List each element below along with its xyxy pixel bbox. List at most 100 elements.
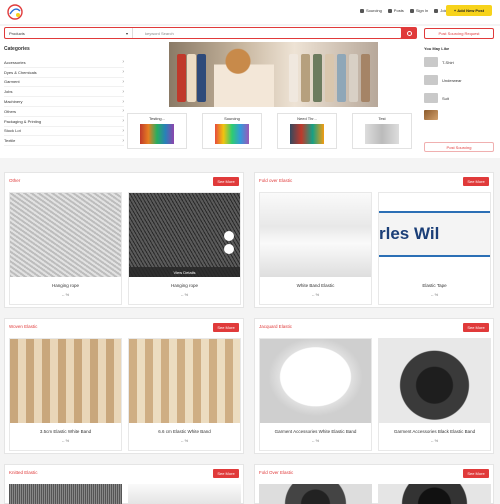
product-card[interactable]: 6.6 cm Elastic White Band -- % [128, 338, 241, 451]
post-sourcing-request-button[interactable]: Post Sourcing Request [424, 28, 494, 39]
category-list: Accessories › Dyes & Chemicals › Garment › … [4, 58, 124, 147]
promo-tile[interactable]: Sourcing [202, 113, 262, 149]
product-image[interactable] [259, 484, 372, 504]
category-item[interactable]: Packaging & Printing › [4, 117, 124, 127]
section-knitted-elastic: Knitted Elastic See More [4, 464, 244, 504]
folder-icon [424, 75, 438, 85]
posts-icon [387, 8, 392, 13]
product-card[interactable]: 3.5cm Elastic White Band -- % [9, 338, 122, 451]
nav-sourcing[interactable]: Sourcing [360, 8, 382, 13]
section-woven-elastic: Woven Elastic See More 3.5cm Elastic Whi… [4, 318, 244, 454]
see-more-button[interactable]: See More [463, 323, 489, 332]
product-image [260, 193, 371, 277]
chevron-right-icon: › [122, 88, 124, 95]
see-more-button[interactable]: See More [213, 177, 239, 186]
folder-icon [424, 57, 438, 67]
section-title: Other [9, 178, 21, 183]
category-item[interactable]: Machinery › [4, 97, 124, 107]
chevron-right-icon: › [122, 69, 124, 76]
thumbnail-image [424, 110, 438, 120]
may-like-item[interactable]: Underwear [424, 73, 494, 87]
section-jacquard-elastic: Jacquard Elastic See More Garment Access… [254, 318, 494, 454]
product-card[interactable]: Hanging rope -- % [9, 192, 122, 305]
see-more-button[interactable]: See More [463, 177, 489, 186]
search-icon [406, 30, 412, 36]
section-other: Other See More Hanging rope -- % View De… [4, 172, 244, 308]
model-figure [214, 46, 274, 107]
heart-icon[interactable] [224, 231, 234, 241]
top-header: Sourcing Posts Sign In Join Free + Add N… [0, 0, 500, 24]
product-image [10, 339, 121, 423]
chevron-right-icon: › [122, 118, 124, 125]
section-title: Fold Over Elastic [259, 470, 294, 475]
category-item[interactable]: Stock Lot › [4, 127, 124, 137]
chevron-right-icon: › [122, 78, 124, 85]
product-card[interactable]: White Band Elastic -- % [259, 192, 372, 305]
section-fold-over-elastic: Fold over Elastic See More White Band El… [254, 172, 494, 308]
product-card[interactable]: Garment Accessories Black Elastic Band -… [378, 338, 491, 451]
category-item[interactable]: Dyes & Chemicals › [4, 68, 124, 78]
join-icon [434, 8, 439, 13]
category-item[interactable]: Jobs › [4, 87, 124, 98]
hero-banner[interactable] [169, 42, 378, 107]
you-may-like-title: You May Like [424, 46, 450, 51]
product-card[interactable]: View Details Hanging rope -- % [128, 192, 241, 305]
sourcing-icon [360, 8, 364, 13]
section-fold-over-elastic-2: Fold Over Elastic See More [254, 464, 494, 504]
may-like-item[interactable] [424, 108, 494, 122]
product-image[interactable] [128, 484, 241, 504]
chevron-down-icon: ▾ [125, 31, 128, 36]
tile-image [365, 124, 399, 144]
categories-title: Categories [4, 46, 30, 52]
nav-posts[interactable]: Posts [387, 8, 404, 13]
post-sourcing-button[interactable]: Post Sourcing [424, 142, 494, 152]
tile-image [140, 124, 174, 144]
category-item[interactable]: Others › [4, 107, 124, 117]
search-row: Products ▾ keyword Search Post Sourcing R… [0, 26, 500, 42]
share-icon[interactable] [224, 244, 234, 254]
see-more-button[interactable]: See More [213, 323, 239, 332]
may-like-item[interactable]: T-Shirt [424, 55, 494, 69]
product-image [129, 339, 240, 423]
view-details-button[interactable]: View Details [129, 267, 240, 277]
search-button[interactable] [401, 27, 417, 39]
product-card[interactable]: rles Wil Elastic Tape -- % [378, 192, 491, 305]
section-title: Knitted Elastic [9, 470, 38, 475]
product-image [260, 339, 371, 423]
category-item[interactable]: Textile › [4, 136, 124, 147]
product-image: rles Wil [379, 193, 490, 277]
category-item[interactable]: Garment › [4, 78, 124, 88]
promo-tile[interactable]: Testing... [127, 113, 187, 149]
section-title: Woven Elastic [9, 324, 38, 329]
top-zone: Categories Accessories › Dyes & Chemicals… [0, 42, 500, 158]
product-image [10, 193, 121, 277]
see-more-button[interactable]: See More [213, 469, 239, 478]
promo-tile[interactable]: Need Thr... [277, 113, 337, 149]
chevron-right-icon: › [122, 108, 124, 115]
product-image[interactable] [378, 484, 491, 504]
section-title: Jacquard Elastic [259, 324, 293, 329]
tile-image [290, 124, 324, 144]
site-logo[interactable] [6, 3, 24, 21]
category-item[interactable]: Accessories › [4, 58, 124, 68]
product-image[interactable] [9, 484, 122, 504]
search-input[interactable]: keyword Search [133, 28, 401, 38]
product-card[interactable]: Garment Accessories White Elastic Band -… [259, 338, 372, 451]
nav-sign-in[interactable]: Sign In [409, 8, 428, 13]
see-more-button[interactable]: See More [463, 469, 489, 478]
product-image [379, 339, 490, 423]
promo-tile[interactable]: Test [352, 113, 412, 149]
chevron-right-icon: › [122, 59, 124, 66]
may-like-item[interactable]: Suit [424, 91, 494, 105]
search-bar: Products ▾ keyword Search [4, 27, 402, 39]
chevron-right-icon: › [122, 127, 124, 134]
product-image: View Details [129, 193, 240, 277]
user-icon [409, 8, 414, 13]
category-select[interactable]: Products ▾ [5, 28, 133, 38]
chevron-right-icon: › [122, 98, 124, 105]
section-title: Fold over Elastic [259, 178, 293, 183]
add-new-post-button[interactable]: + Add New Post [446, 5, 492, 16]
folder-icon [424, 93, 438, 103]
tile-image [215, 124, 249, 144]
top-nav: Sourcing Posts Sign In Join Free [360, 8, 457, 13]
